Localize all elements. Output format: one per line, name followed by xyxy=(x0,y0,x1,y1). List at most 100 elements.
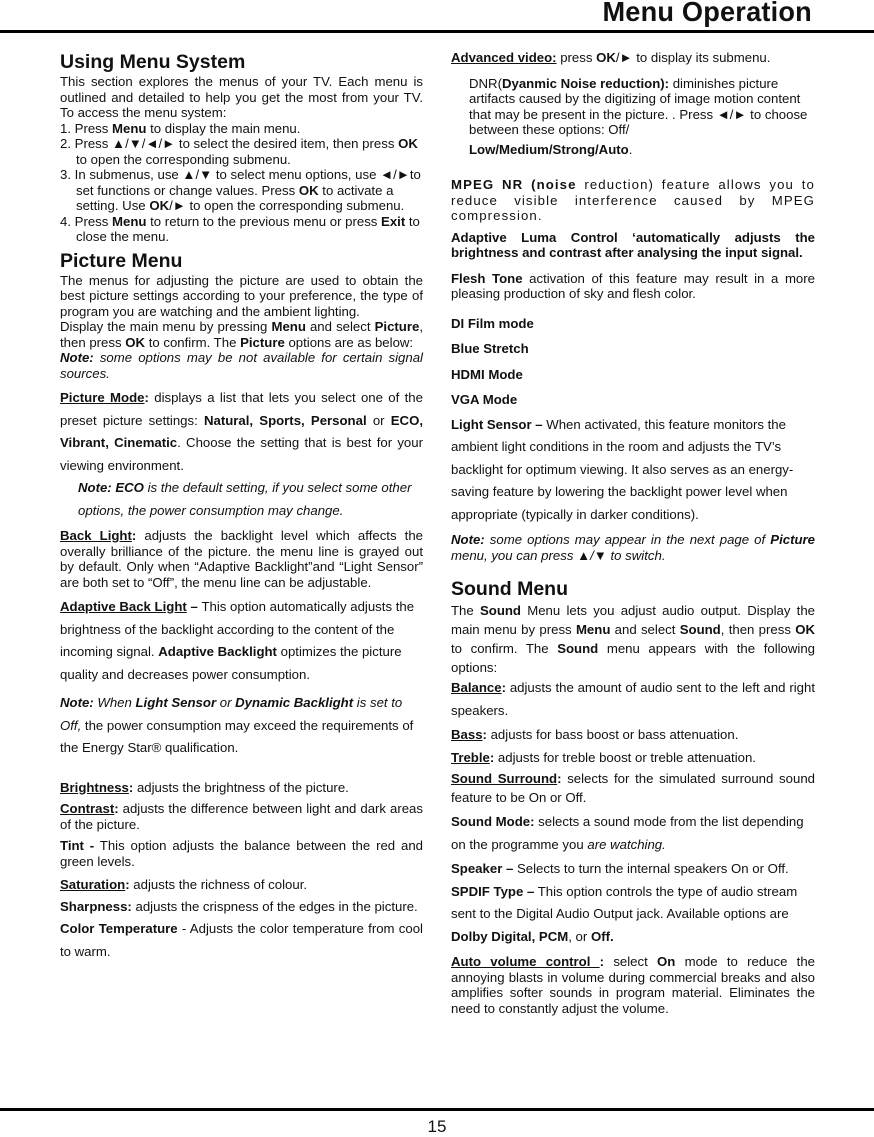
emphasis-text: Speaker – xyxy=(451,861,514,876)
emphasis-text: Dolby Digital, PCM xyxy=(451,928,569,944)
body-text: press xyxy=(556,50,597,65)
emphasis-text: Exit xyxy=(381,213,406,229)
picture-menu-note: Note: some options may be not available … xyxy=(60,350,423,381)
picture-mode: Picture Mode: displays a list that lets … xyxy=(60,387,423,477)
emphasis-text: menu, you can press ▲/▼ to switch. xyxy=(451,547,666,563)
emphasis-text: some options may appear in the next page… xyxy=(484,532,771,547)
emphasis-text: Brightness xyxy=(60,779,129,795)
picture-menu-intro: The menus for adjusting the picture are … xyxy=(60,273,423,320)
emphasis-text: OK xyxy=(125,334,146,350)
emphasis-text: OK xyxy=(795,622,815,637)
body-text: and select xyxy=(610,622,680,637)
emphasis-text: Adaptive Luma Control ‘automatically adj… xyxy=(451,229,815,261)
flesh-tone: Flesh Tone activation of this feature ma… xyxy=(451,271,815,302)
di-film-mode: DI Film mode xyxy=(451,316,815,332)
body-text: The menus for adjusting the picture are … xyxy=(60,272,423,319)
emphasis-text: Sharpness: xyxy=(60,898,132,914)
adaptive-back-light: Adaptive Back Light – This option automa… xyxy=(60,596,423,686)
emphasis-text: Picture xyxy=(240,334,285,350)
emphasis-text: Flesh Tone xyxy=(451,270,523,286)
body-text: to return to the previous menu or press xyxy=(146,213,382,229)
body-text: 2. Press ▲/▼/◄/► to select the desired i… xyxy=(60,136,399,151)
body-text: , or xyxy=(568,928,591,944)
page-title: Menu Operation xyxy=(602,0,812,27)
advanced-video: Advanced video: press OK/► to display it… xyxy=(451,50,815,66)
blue-stretch: Blue Stretch xyxy=(451,341,815,357)
body-text: to confirm. The xyxy=(451,641,558,656)
emphasis-text: Sound xyxy=(557,641,599,656)
body-text: , then press xyxy=(720,622,796,637)
emphasis-text: Picture xyxy=(770,532,815,547)
emphasis-text: Contrast xyxy=(60,801,115,816)
picture-menu-display: Display the main menu by pressing Menu a… xyxy=(60,319,423,350)
body-text: adjusts for bass boost or bass attenuati… xyxy=(486,727,739,742)
emphasis-text: Note: ECO xyxy=(78,480,144,495)
emphasis-text: Saturation xyxy=(60,877,126,892)
body-text: . xyxy=(628,141,633,157)
dnr: DNR(Dyanmic Noise reduction): diminishes… xyxy=(451,76,815,138)
body-text: adjusts for treble boost or treble atten… xyxy=(494,749,756,765)
mpeg-nr: MPEG NR (noise reduction) feature allows… xyxy=(451,177,815,224)
emphasis-text: Off. xyxy=(590,928,614,944)
emphasis-text: MPEG NR (noise xyxy=(451,177,577,192)
emphasis-text: Dynamic Backlight xyxy=(235,695,354,710)
light-sensor: Light Sensor – When activated, this feat… xyxy=(451,414,815,527)
speaker: Speaker – Selects to turn the internal s… xyxy=(451,858,815,881)
body-text: options are as below: xyxy=(284,334,414,350)
step-1: 1. Press Menu to display the main menu. xyxy=(60,121,423,137)
brightness: Brightness: adjusts the brightness of th… xyxy=(60,780,423,796)
body-text: 4. Press xyxy=(60,213,113,229)
body-text: When activated, this feature monitors th… xyxy=(451,416,794,522)
body-text: adjusts the amount of audio sent to the … xyxy=(451,680,815,718)
emphasis-text: Color Temperature xyxy=(60,921,178,936)
sharpness: Sharpness: adjusts the crispness of the … xyxy=(60,899,423,915)
emphasis-text: Sound xyxy=(679,622,721,637)
emphasis-text: Picture xyxy=(374,319,420,334)
emphasis-text: Sound Mode: xyxy=(451,814,535,829)
emphasis-text: Menu xyxy=(271,319,306,334)
emphasis-text: Menu xyxy=(112,213,147,229)
body-text: compression. xyxy=(451,208,543,223)
using-menu-system-heading: Using Menu System xyxy=(60,51,246,73)
emphasis-text: Advanced video: xyxy=(451,50,557,65)
emphasis-text: Light Sensor – xyxy=(451,416,543,432)
treble: Treble: adjusts for treble boost or treb… xyxy=(451,747,815,770)
emphasis-text: Bass xyxy=(451,727,483,742)
emphasis-text: Low/Medium/Strong/Auto xyxy=(469,141,629,157)
dnr-options: Low/Medium/Strong/Auto. xyxy=(451,142,815,158)
emphasis-text: OK xyxy=(298,182,319,198)
body-text: adjusts the richness of colour. xyxy=(129,877,308,892)
saturation: Saturation: adjusts the richness of colo… xyxy=(60,877,423,893)
body-text: /► to display its submenu. xyxy=(615,50,771,65)
emphasis-text: Menu xyxy=(575,622,611,637)
body-text: the power consumption may exceed the req… xyxy=(60,717,414,756)
left-column: Using Menu System This section explores t… xyxy=(60,50,423,963)
emphasis-text: OK xyxy=(149,198,170,213)
body-text: adjusts the brightness of the picture. xyxy=(133,779,349,795)
body-text: or xyxy=(366,412,391,428)
adaptive-back-light-note: Note: When Light Sensor or Dynamic Backl… xyxy=(60,692,423,760)
emphasis-text: some options may be not available for ce… xyxy=(60,350,423,381)
body-text: to confirm. The xyxy=(145,334,241,350)
using-menu-intro: This section explores the menus of your … xyxy=(60,74,423,121)
emphasis-text: DI Film mode xyxy=(451,315,534,331)
emphasis-text: Adaptive Backlight xyxy=(158,644,277,659)
body-text: This option adjusts the balance between … xyxy=(60,838,423,869)
body-text: /► to open the corresponding submenu. xyxy=(169,198,405,213)
color-temperature: Color Temperature - Adjusts the color te… xyxy=(60,918,423,963)
sound-menu-heading: Sound Menu xyxy=(451,578,568,600)
emphasis-text: On xyxy=(657,954,676,969)
emphasis-text: are watching. xyxy=(587,836,666,852)
emphasis-text: Picture Mode xyxy=(60,390,145,405)
sound-mode: Sound Mode: selects a sound mode from th… xyxy=(451,811,815,856)
emphasis-text: Blue Stretch xyxy=(451,341,529,356)
step-4: 4. Press Menu to return to the previous … xyxy=(60,214,423,245)
emphasis-text: Note: xyxy=(60,350,94,365)
emphasis-text: Sound xyxy=(479,603,521,618)
body-text: to display the main menu. xyxy=(146,120,301,136)
tint: Tint - This option adjusts the balance b… xyxy=(60,838,423,869)
body-text: This section explores the menus of your … xyxy=(60,74,423,120)
step-2: 2. Press ▲/▼/◄/► to select the desired i… xyxy=(60,136,423,167)
adaptive-luma-control: Adaptive Luma Control ‘automatically adj… xyxy=(451,230,815,261)
emphasis-text: Note: xyxy=(60,695,94,710)
